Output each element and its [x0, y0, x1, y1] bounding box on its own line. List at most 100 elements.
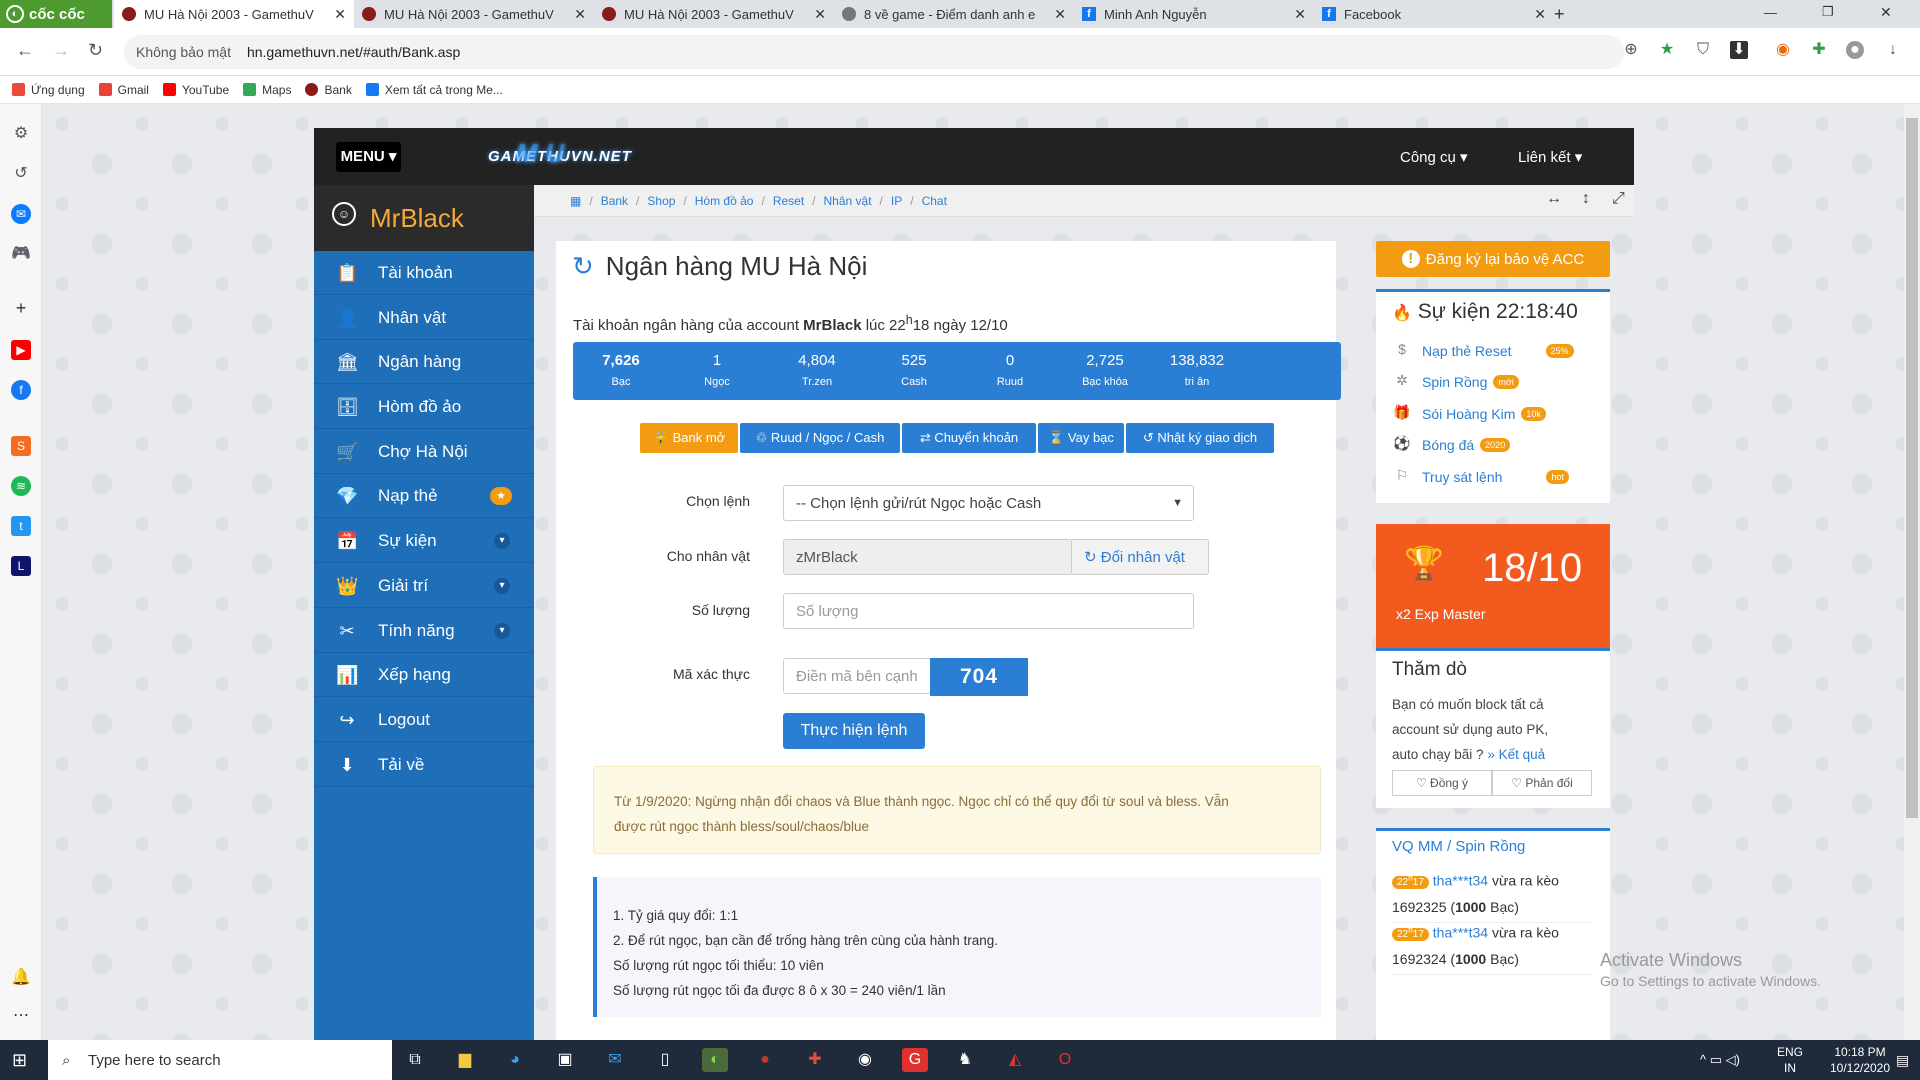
garena-icon[interactable]: G: [902, 1048, 928, 1072]
sidebar-item-vault[interactable]: 🗄 Hòm đồ ảo: [314, 385, 534, 429]
close-icon[interactable]: ✕: [1534, 6, 1546, 23]
notification-bell-icon[interactable]: 🔔: [11, 968, 31, 988]
command-select[interactable]: -- Chọn lệnh gửi/rút Ngọc hoặc Cash ▼: [783, 485, 1194, 521]
facebook-icon[interactable]: f: [11, 380, 31, 400]
history-icon[interactable]: ↺: [11, 164, 31, 184]
add-icon[interactable]: +: [11, 298, 31, 318]
scrollbar-thumb[interactable]: [1906, 118, 1918, 818]
breadcrumb-vault[interactable]: Hòm đồ ảo: [695, 194, 754, 208]
change-character-button[interactable]: ↻ Đổi nhân vật: [1071, 539, 1209, 575]
maximize-icon[interactable]: ❐: [1822, 4, 1834, 20]
puzzle-icon[interactable]: ✚: [1810, 41, 1828, 59]
lazada-icon[interactable]: L: [11, 556, 31, 576]
menu-button[interactable]: MENU ▾: [336, 142, 401, 172]
event-golden-wolf[interactable]: 🎁 Sói Hoàng Kim 10k: [1392, 403, 1592, 425]
loan-button[interactable]: ⌛ Vay bạc: [1038, 423, 1124, 453]
download-icon[interactable]: ↓: [1884, 41, 1902, 59]
bookmark-apps[interactable]: Ứng dụng: [12, 83, 85, 97]
avatar[interactable]: ●: [1846, 41, 1864, 59]
tab-6[interactable]: f Facebook ✕: [1314, 0, 1554, 28]
tray-icons[interactable]: ^ ▭ ◁): [1700, 1052, 1740, 1068]
captcha-input[interactable]: Điền mã bên cạnh: [783, 658, 931, 694]
bookmark-bank[interactable]: Bank: [305, 83, 352, 97]
reload-icon[interactable]: ↻: [88, 40, 103, 61]
breadcrumb-ip[interactable]: IP: [891, 194, 902, 208]
edge-icon[interactable]: ◕: [502, 1048, 528, 1072]
close-icon[interactable]: ✕: [334, 6, 346, 23]
download-box-icon[interactable]: ⬇: [1730, 41, 1748, 59]
store-icon[interactable]: ▣: [552, 1048, 578, 1072]
tab-2[interactable]: MU Hà Nội 2003 - GamethuV ✕: [354, 0, 594, 28]
transfer-button[interactable]: ⇄ Chuyển khoản: [902, 423, 1036, 453]
youtube-icon[interactable]: ▶: [11, 340, 31, 360]
event-hunt-order[interactable]: ⚐ Truy sát lệnh hot: [1392, 466, 1592, 488]
event-football[interactable]: ⚽ Bóng đá 2020: [1392, 434, 1592, 456]
bank-open-button[interactable]: 🔓 Bank mở: [640, 423, 738, 453]
game-icon[interactable]: ●: [752, 1048, 778, 1072]
quantity-input[interactable]: Số lượng: [783, 593, 1194, 629]
tab-5[interactable]: f Minh Anh Nguyễn ✕: [1074, 0, 1314, 28]
poll-disagree-button[interactable]: ♡ Phản đối: [1492, 770, 1592, 796]
new-tab-icon[interactable]: +: [1554, 4, 1565, 25]
tools-menu[interactable]: Công cụ ▾: [1400, 148, 1468, 166]
spin-panel-title[interactable]: VQ MM / Spin Rồng: [1392, 838, 1525, 855]
zoom-icon[interactable]: ⊕: [1622, 41, 1640, 59]
bookmark-gmail[interactable]: Gmail: [98, 83, 149, 97]
taskbar-search[interactable]: ⌕ Type here to search: [48, 1040, 392, 1080]
file-explorer-icon[interactable]: ▆: [452, 1048, 478, 1072]
messenger-icon[interactable]: ✉: [11, 204, 31, 224]
url-input[interactable]: Không bảo mật hn.gamethuvn.net/#auth/Ban…: [124, 35, 1624, 69]
shopee-icon[interactable]: S: [11, 436, 31, 456]
task-view-icon[interactable]: ⧉: [402, 1048, 428, 1072]
spotify-icon[interactable]: ≋: [11, 476, 31, 496]
sidebar-item-entertainment[interactable]: 👑 Giải trí ▾: [314, 564, 534, 608]
close-icon[interactable]: ✕: [1294, 6, 1306, 23]
bookmark-maps[interactable]: Maps: [243, 83, 291, 97]
links-menu[interactable]: Liên kết ▾: [1518, 148, 1582, 166]
poll-agree-button[interactable]: ♡ Đồng ý: [1392, 770, 1492, 796]
game-launcher-icon[interactable]: ♞: [952, 1048, 978, 1072]
breadcrumb-reset[interactable]: Reset: [773, 194, 804, 208]
close-icon[interactable]: ✕: [814, 6, 826, 23]
breadcrumb-character[interactable]: Nhân vật: [824, 194, 872, 208]
minimize-icon[interactable]: —: [1764, 5, 1777, 20]
extension-icon[interactable]: ◉: [1774, 41, 1792, 59]
event-topup-reset[interactable]: $ Nạp thẻ Reset 25%: [1392, 340, 1592, 362]
ruud-gem-cash-button[interactable]: ♲ Ruud / Ngọc / Cash: [740, 423, 900, 453]
game-client-icon[interactable]: ◭: [1002, 1048, 1028, 1072]
sidebar-item-logout[interactable]: ↪ Logout: [314, 698, 534, 742]
clock[interactable]: 10:18 PM 10/12/2020: [1820, 1044, 1900, 1076]
breadcrumb-chat[interactable]: Chat: [922, 194, 947, 208]
notepad-icon[interactable]: ▯: [652, 1048, 678, 1072]
back-icon[interactable]: ←: [16, 40, 34, 61]
sidebar-item-character[interactable]: 👤 Nhân vật: [314, 296, 534, 340]
expand-horizontal-icon[interactable]: ↔: [1546, 190, 1562, 208]
gamepad-icon[interactable]: 🎮: [11, 244, 31, 264]
fullscreen-icon[interactable]: ⤢: [1612, 190, 1625, 208]
submit-button[interactable]: Thực hiện lệnh: [783, 713, 925, 749]
opera-icon[interactable]: O: [1052, 1048, 1078, 1072]
site-logo[interactable]: MU GAMETHUVN.NET: [488, 140, 631, 169]
coccoc-logo[interactable]: ◐ cốc cốc: [0, 0, 112, 28]
bookmark-youtube[interactable]: YouTube: [162, 83, 229, 97]
sidebar-item-features[interactable]: ✂ Tính năng ▾: [314, 609, 534, 653]
close-icon[interactable]: ✕: [574, 6, 586, 23]
poll-results-link[interactable]: » Kết quả: [1487, 747, 1545, 762]
calendar-icon[interactable]: ▦: [570, 194, 581, 208]
tab-4[interactable]: 8 về game - Điểm danh anh e ✕: [834, 0, 1074, 28]
event-spin-dragon[interactable]: ✲ Spin Rồng mới: [1392, 371, 1592, 393]
transaction-log-button[interactable]: ↺ Nhật ký giao dịch: [1126, 423, 1274, 453]
register-protection-button[interactable]: ! Đăng ký lại bảo vệ ACC: [1376, 241, 1610, 277]
mail-icon[interactable]: ✉: [602, 1048, 628, 1072]
sidebar-item-bank[interactable]: 🏛 Ngân hàng: [314, 340, 534, 384]
tab-1[interactable]: MU Hà Nội 2003 - GamethuV ✕: [114, 0, 354, 28]
sidebar-item-topup[interactable]: 💎 Nạp thẻ ★: [314, 474, 534, 518]
breadcrumb-bank[interactable]: Bank: [601, 194, 628, 208]
breadcrumb-shop[interactable]: Shop: [647, 194, 675, 208]
tab-3[interactable]: MU Hà Nội 2003 - GamethuV ✕: [594, 0, 834, 28]
action-center-icon[interactable]: ▤: [1896, 1052, 1909, 1069]
sidebar-item-ranking[interactable]: 📊 Xếp hạng: [314, 653, 534, 697]
bookmark-star-icon[interactable]: ★: [1658, 41, 1676, 59]
refresh-icon[interactable]: ↻: [572, 251, 594, 282]
close-icon[interactable]: ✕: [1054, 6, 1066, 23]
